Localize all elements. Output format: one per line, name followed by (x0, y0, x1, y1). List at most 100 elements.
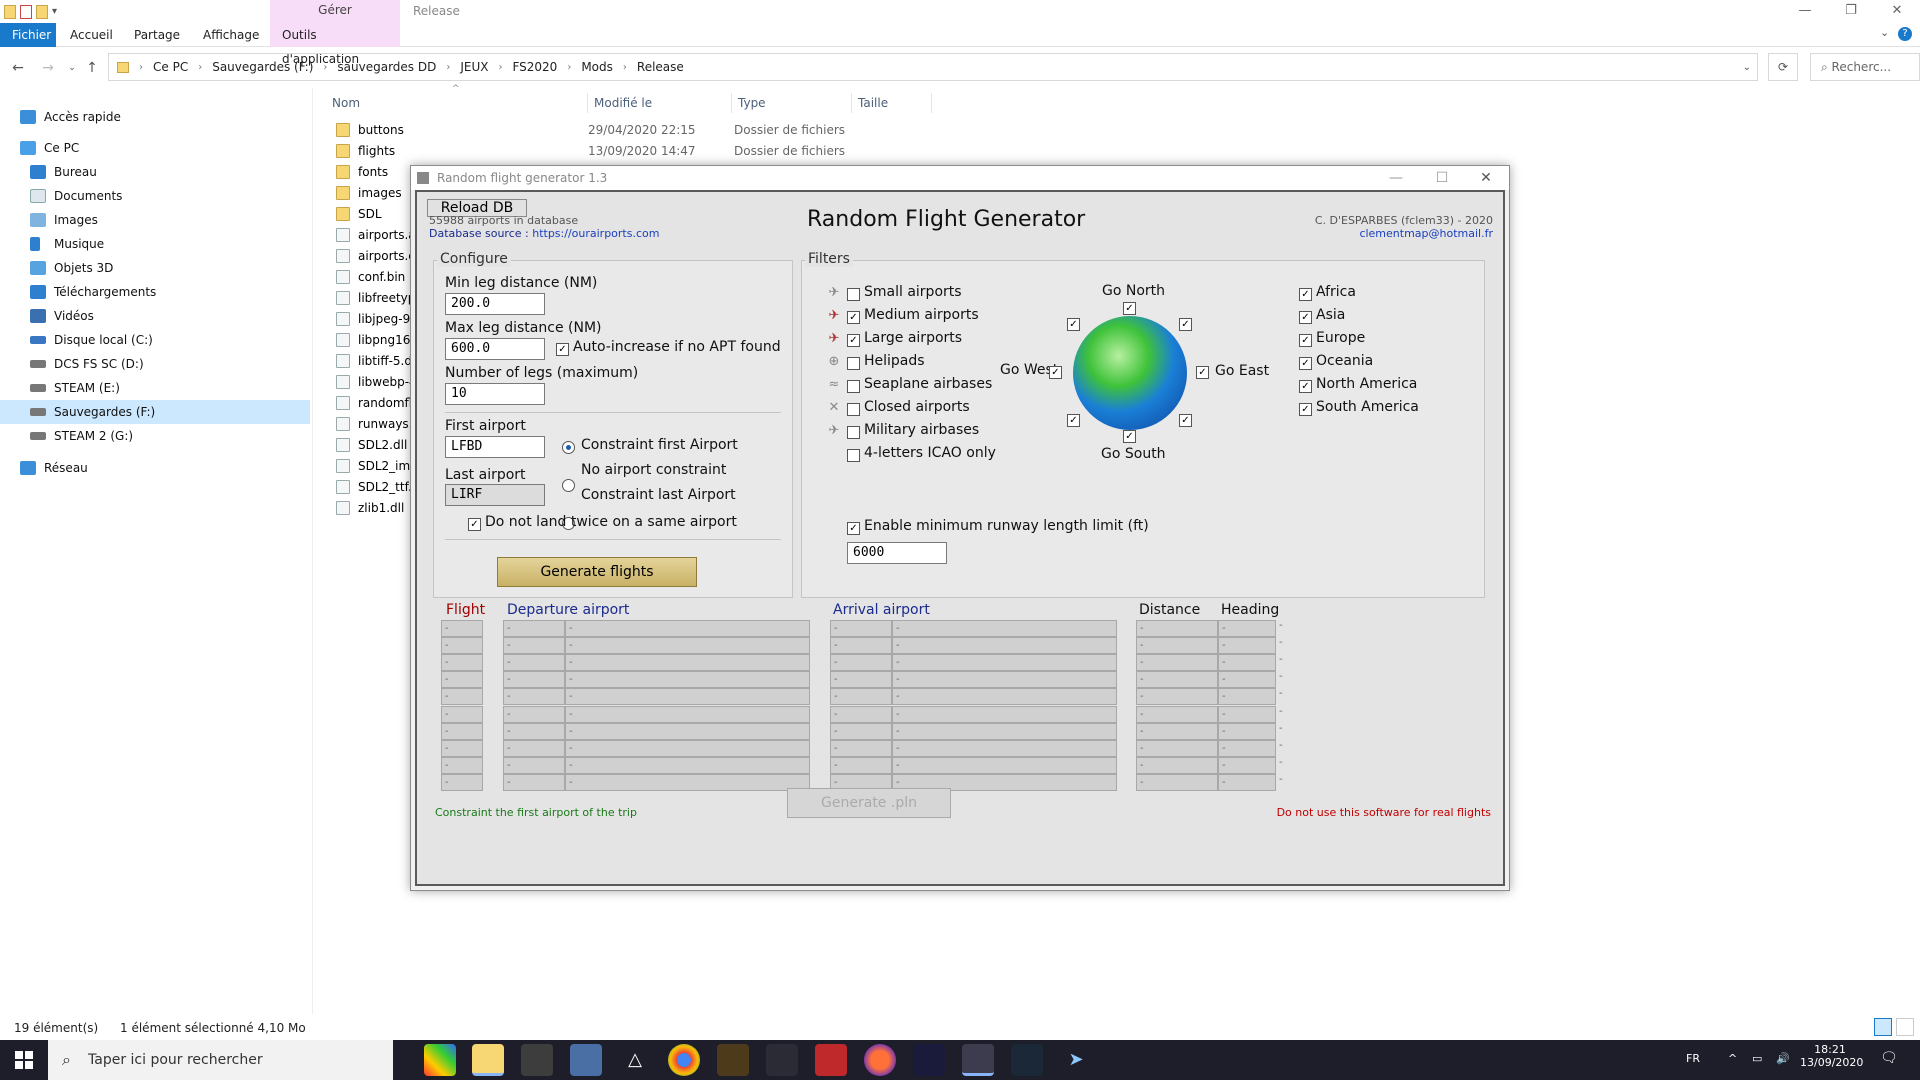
last-airport-input[interactable]: LIRF (445, 484, 545, 506)
ribbon-expand-icon[interactable]: ⌄ (1880, 26, 1889, 39)
breadcrumb-item[interactable]: Ce PC (153, 60, 188, 74)
min-leg-input[interactable]: 200.0 (445, 293, 545, 315)
up-icon[interactable]: ↑ (82, 58, 102, 78)
db-source-link[interactable]: https://ourairports.com (532, 227, 659, 240)
chrome-app-icon[interactable] (668, 1044, 700, 1076)
rfg-maximize-icon[interactable]: ☐ (1419, 166, 1465, 190)
triangle-app-icon[interactable]: △ (619, 1044, 651, 1076)
breadcrumb-item[interactable]: FS2020 (512, 60, 557, 74)
file-row[interactable]: buttons 29/04/2020 22:15 Dossier de fichie… (332, 120, 892, 141)
nav-drive-c[interactable]: Disque local (C:) (0, 328, 310, 352)
go-south-checkbox[interactable]: ✓ (1123, 430, 1136, 443)
filter-checkbox[interactable] (847, 403, 860, 416)
flag-app-icon[interactable] (815, 1044, 847, 1076)
go-east-checkbox[interactable]: ✓ (1196, 366, 1209, 379)
tab-accueil[interactable]: Accueil (58, 23, 125, 47)
generate-pln-button[interactable]: Generate .pln (787, 788, 951, 818)
large-icons-view-icon[interactable] (1896, 1018, 1914, 1036)
help-icon[interactable]: ? (1898, 27, 1912, 41)
go-northeast-checkbox[interactable]: ✓ (1179, 318, 1192, 331)
tab-partage[interactable]: Partage (122, 23, 192, 47)
nav-pictures[interactable]: Images (0, 208, 310, 232)
go-southeast-checkbox[interactable]: ✓ (1179, 414, 1192, 427)
notification-icon[interactable]: 🗨 (1880, 1050, 1898, 1066)
nav-desktop[interactable]: Bureau (0, 160, 310, 184)
back-icon[interactable]: ← (8, 58, 28, 78)
runway-limit-checkbox[interactable]: ✓ (847, 522, 860, 535)
filter-checkbox[interactable]: ✓ (847, 311, 860, 324)
paint-app-icon[interactable] (424, 1044, 456, 1076)
rfg-minimize-icon[interactable]: — (1373, 166, 1419, 190)
forward-icon[interactable]: → (38, 58, 58, 78)
nav-3d-objects[interactable]: Objets 3D (0, 256, 310, 280)
search-input[interactable]: ⌕ Recherc... (1810, 53, 1920, 81)
volume-tray-icon[interactable]: 🔊 (1776, 1052, 1790, 1065)
network-tray-icon[interactable]: ▭ (1752, 1052, 1762, 1065)
file-row[interactable]: flights 13/09/2020 14:47 Dossier de fichie… (332, 141, 892, 162)
nav-drive-f[interactable]: Sauvegardes (F:) (0, 400, 310, 424)
refresh-icon[interactable]: ⟳ (1768, 53, 1798, 81)
radio-constraint-first[interactable] (562, 441, 575, 454)
steam-app-icon[interactable] (1011, 1044, 1043, 1076)
calculator-app-icon[interactable] (570, 1044, 602, 1076)
nav-videos[interactable]: Vidéos (0, 304, 310, 328)
radio-no-constraint[interactable] (562, 479, 575, 492)
qat-dropdown-icon[interactable]: ▾ (52, 6, 57, 17)
go-northwest-checkbox[interactable]: ✓ (1067, 318, 1080, 331)
context-tab-header[interactable]: Gérer (270, 0, 400, 23)
pane-divider[interactable] (312, 88, 313, 1014)
paper-plane-app-icon[interactable]: ➤ (1060, 1044, 1092, 1076)
continent-checkbox[interactable]: ✓ (1299, 380, 1312, 393)
recent-locations-icon[interactable]: ⌄ (62, 58, 82, 78)
details-view-icon[interactable] (1874, 1018, 1892, 1036)
continent-checkbox[interactable]: ✓ (1299, 357, 1312, 370)
runway-limit-input[interactable]: 6000 (847, 542, 947, 564)
continent-checkbox[interactable]: ✓ (1299, 311, 1312, 324)
continent-checkbox[interactable]: ✓ (1299, 288, 1312, 301)
no-land-twice-checkbox[interactable]: ✓ (468, 518, 481, 531)
first-airport-input[interactable]: LFBD (445, 436, 545, 458)
firefox-app-icon[interactable] (864, 1044, 896, 1076)
nav-documents[interactable]: Documents (0, 184, 310, 208)
filter-checkbox[interactable] (847, 288, 860, 301)
email-link[interactable]: clementmap@hotmail.fr (1263, 227, 1493, 240)
max-leg-input[interactable]: 600.0 (445, 338, 545, 360)
taskbar-search-input[interactable]: ⌕ Taper ici pour rechercher (48, 1040, 393, 1080)
nav-this-pc[interactable]: Ce PC (0, 136, 310, 160)
tab-outils-application[interactable]: Outils d'application (270, 23, 400, 66)
column-modified[interactable]: Modifié le (588, 93, 732, 113)
tab-affichage[interactable]: Affichage (191, 23, 271, 47)
generate-flights-button[interactable]: Generate flights (497, 557, 697, 587)
layers-app-icon[interactable] (766, 1044, 798, 1076)
breadcrumb-item[interactable]: sauvegardes DD (337, 60, 436, 74)
language-indicator[interactable]: FR (1686, 1052, 1700, 1065)
continent-checkbox[interactable]: ✓ (1299, 334, 1312, 347)
rfg-titlebar[interactable]: Random flight generator 1.3 (411, 166, 1509, 190)
address-dropdown-icon[interactable]: ⌄ (1743, 62, 1751, 73)
address-bar[interactable]: › Ce PC › Sauvegardes (F:) › sauvegardes D… (108, 53, 1758, 81)
breadcrumb-item[interactable]: Release (637, 60, 684, 74)
clock[interactable]: 18:21 13/09/2020 (1800, 1043, 1863, 1069)
go-west-checkbox[interactable]: ✓ (1049, 366, 1062, 379)
nav-downloads[interactable]: Téléchargements (0, 280, 310, 304)
restore-icon[interactable]: ❐ (1828, 0, 1874, 23)
nav-quick-access[interactable]: Accès rapide (0, 105, 310, 129)
column-name[interactable]: Nom (326, 93, 588, 113)
nav-music[interactable]: Musique (0, 232, 310, 256)
column-type[interactable]: Type (732, 93, 852, 113)
rfg-close-icon[interactable]: ✕ (1463, 166, 1509, 190)
folder-icon[interactable] (4, 4, 16, 19)
properties-icon[interactable] (20, 4, 32, 19)
tab-fichier[interactable]: Fichier (0, 23, 56, 47)
filter-checkbox[interactable] (847, 426, 860, 439)
close-icon[interactable]: ✕ (1874, 0, 1920, 23)
go-north-checkbox[interactable]: ✓ (1123, 302, 1136, 315)
nav-drive-d[interactable]: DCS FS SC (D:) (0, 352, 310, 376)
nvidia-app-icon[interactable] (521, 1044, 553, 1076)
minimize-icon[interactable]: — (1782, 0, 1828, 23)
nav-drive-e[interactable]: STEAM (E:) (0, 376, 310, 400)
breadcrumb-item[interactable]: JEUX (460, 60, 488, 74)
go-southwest-checkbox[interactable]: ✓ (1067, 414, 1080, 427)
column-size[interactable]: Taille (852, 93, 932, 113)
breadcrumb-item[interactable]: Mods (581, 60, 613, 74)
